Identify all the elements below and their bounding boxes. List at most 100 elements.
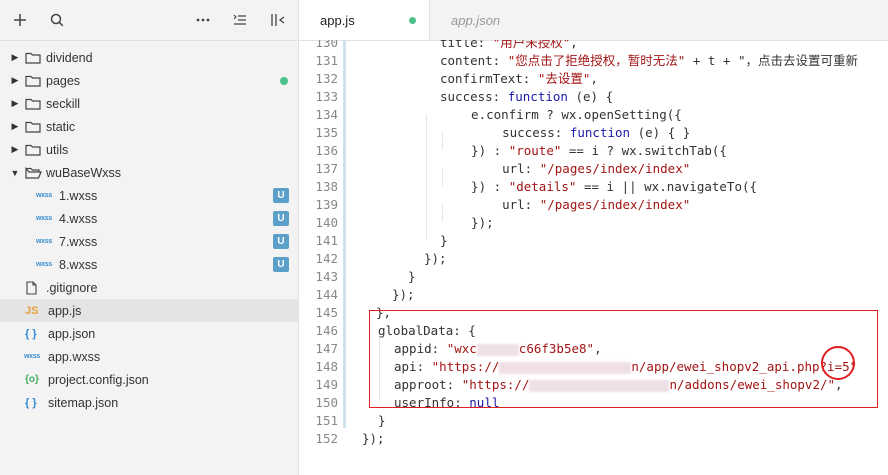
wxss-file-icon: wxss — [36, 192, 52, 199]
line-number: 131 — [315, 53, 338, 68]
folder-icon — [25, 143, 41, 156]
caret-right-icon[interactable]: ▶ — [10, 98, 20, 109]
code-text: title: "用户未授权", — [440, 40, 578, 50]
untracked-badge: U — [273, 211, 289, 226]
tree-file-4-wxss[interactable]: wxss 4.wxss U — [0, 207, 298, 230]
code-line: 150 userInfo: null — [300, 394, 888, 412]
code-token: "https:// — [431, 359, 500, 374]
code-text: confirmText: "去设置", — [440, 71, 598, 86]
tree-folder-utils[interactable]: ▶ utils — [0, 138, 298, 161]
code-line: 141} — [300, 232, 888, 250]
caret-down-icon[interactable]: ▼ — [10, 168, 20, 178]
code-line: 148 api: "https:// n/app/ewei_shopv2_api.p… — [300, 358, 888, 376]
tab-label: app.json — [451, 12, 501, 28]
tree-file-1-wxss[interactable]: wxss 1.wxss U — [0, 184, 298, 207]
code-line: 132 confirmText: "去设置", — [300, 70, 888, 88]
line-number: 148 — [315, 359, 338, 374]
line-number: 133 — [315, 89, 338, 104]
code-line: 152}); — [300, 430, 888, 448]
line-number: 130 — [315, 40, 338, 50]
tree-file-8-wxss[interactable]: wxss 8.wxss U — [0, 253, 298, 276]
code-line: 134 e.confirm ? wx.openSetting({ — [300, 106, 888, 124]
tree-folder-seckill[interactable]: ▶ seckill — [0, 92, 298, 115]
code-line: 130 title: "用户未授权", — [300, 40, 888, 52]
line-number: 143 — [315, 269, 338, 284]
code-editor: app.js app.json 130 title: "用户未授权", 131 con… — [300, 0, 888, 475]
code-line: 131 content: "您点击了拒绝授权，暂时无法" + t + "，点击去设… — [300, 52, 888, 70]
tree-file-project-config[interactable]: {o} project.config.json — [0, 368, 298, 391]
code-line: 139 url: "/pages/index/index" — [300, 196, 888, 214]
plus-icon[interactable] — [9, 9, 31, 31]
tree-file-7-wxss[interactable]: wxss 7.wxss U — [0, 230, 298, 253]
sort-icon[interactable] — [229, 9, 251, 31]
code-text: url: "/pages/index/index" — [472, 197, 691, 212]
code-token: , — [835, 377, 843, 392]
tree-folder-pages[interactable]: ▶ pages — [0, 69, 298, 92]
code-token: "wxc — [446, 341, 477, 356]
code-text: e.confirm ? wx.openSetting({ — [456, 107, 682, 122]
tree-folder-dividend[interactable]: ▶ dividend — [0, 46, 298, 69]
wxss-file-icon: wxss — [24, 353, 40, 360]
file-explorer: ▶ dividend ▶ pages ▶ seckill ▶ static ▶ … — [0, 0, 299, 475]
line-number: 135 — [315, 125, 338, 140]
wxss-file-icon: wxss — [36, 238, 52, 245]
tree-folder-wubasewxss[interactable]: ▼ wuBaseWxss — [0, 161, 298, 184]
code-text: success: function (e) { — [440, 89, 614, 104]
unsaved-dot — [409, 16, 416, 24]
code-token: c66f3b5e8" — [518, 341, 595, 356]
caret-right-icon[interactable]: ▶ — [10, 121, 20, 132]
search-icon[interactable] — [46, 9, 68, 31]
code-text: }, — [376, 305, 392, 320]
tree-file-sitemap-json[interactable]: { } sitemap.json — [0, 391, 298, 414]
code-area[interactable]: 130 title: "用户未授权", 131 content: "您点击了拒绝授权，… — [300, 40, 888, 475]
json-file-icon: { } — [25, 327, 37, 340]
code-token: api: — [394, 359, 432, 374]
config-file-icon: {o} — [25, 374, 39, 385]
line-number: 140 — [315, 215, 338, 230]
code-text: success: function (e) { } — [472, 125, 691, 140]
tree-file-app-js[interactable]: JS app.js — [0, 299, 298, 322]
line-number: 149 — [315, 377, 338, 392]
code-token: null — [469, 395, 500, 410]
tree-file-app-wxss[interactable]: wxss app.wxss — [0, 345, 298, 368]
folder-icon — [25, 97, 41, 110]
code-token: "https:// — [461, 377, 530, 392]
tree-label: project.config.json — [48, 372, 149, 387]
caret-right-icon[interactable]: ▶ — [10, 75, 20, 86]
modified-dot — [280, 76, 288, 85]
file-icon — [26, 280, 37, 295]
tree-file-gitignore[interactable]: .gitignore — [0, 276, 298, 299]
tree-folder-static[interactable]: ▶ static — [0, 115, 298, 138]
tree-label: static — [46, 119, 76, 134]
code-text: }); — [424, 251, 447, 266]
code-text: userInfo: null — [394, 394, 499, 412]
code-line: 137 url: "/pages/index/index" — [300, 160, 888, 178]
tab-app-json[interactable]: app.json — [431, 0, 581, 40]
split-icon[interactable] — [267, 9, 289, 31]
line-number: 134 — [315, 107, 338, 122]
redacted-region — [529, 379, 670, 392]
tree-label: utils — [46, 142, 69, 157]
code-line: 149 approot: "https:// n/addons/ewei_shopv… — [300, 376, 888, 394]
tree-label: .gitignore — [46, 280, 98, 295]
caret-right-icon[interactable]: ▶ — [10, 52, 20, 63]
tree-label: 7.wxss — [59, 234, 98, 249]
code-text: }); — [362, 431, 385, 446]
code-text: }); — [456, 215, 494, 230]
ellipsis-icon[interactable] — [192, 9, 214, 31]
caret-right-icon[interactable]: ▶ — [10, 144, 20, 155]
tree-file-app-json[interactable]: { } app.json — [0, 322, 298, 345]
tab-app-js[interactable]: app.js — [300, 0, 430, 40]
code-line: 140 }); — [300, 214, 888, 232]
untracked-badge: U — [273, 188, 289, 203]
code-text: url: "/pages/index/index" — [472, 161, 691, 176]
code-text: api: "https:// n/app/ewei_shopv2_api.php?… — [394, 358, 857, 376]
line-number: 136 — [315, 143, 338, 158]
tab-label: app.js — [320, 12, 355, 28]
folder-icon — [25, 51, 41, 64]
editor-tabbar: app.js app.json — [300, 0, 888, 41]
code-token: appid: — [394, 341, 447, 356]
tree-label: 1.wxss — [59, 188, 98, 203]
line-number: 150 — [315, 395, 338, 410]
code-text: }) : "route" == i ? wx.switchTab({ — [456, 143, 727, 158]
